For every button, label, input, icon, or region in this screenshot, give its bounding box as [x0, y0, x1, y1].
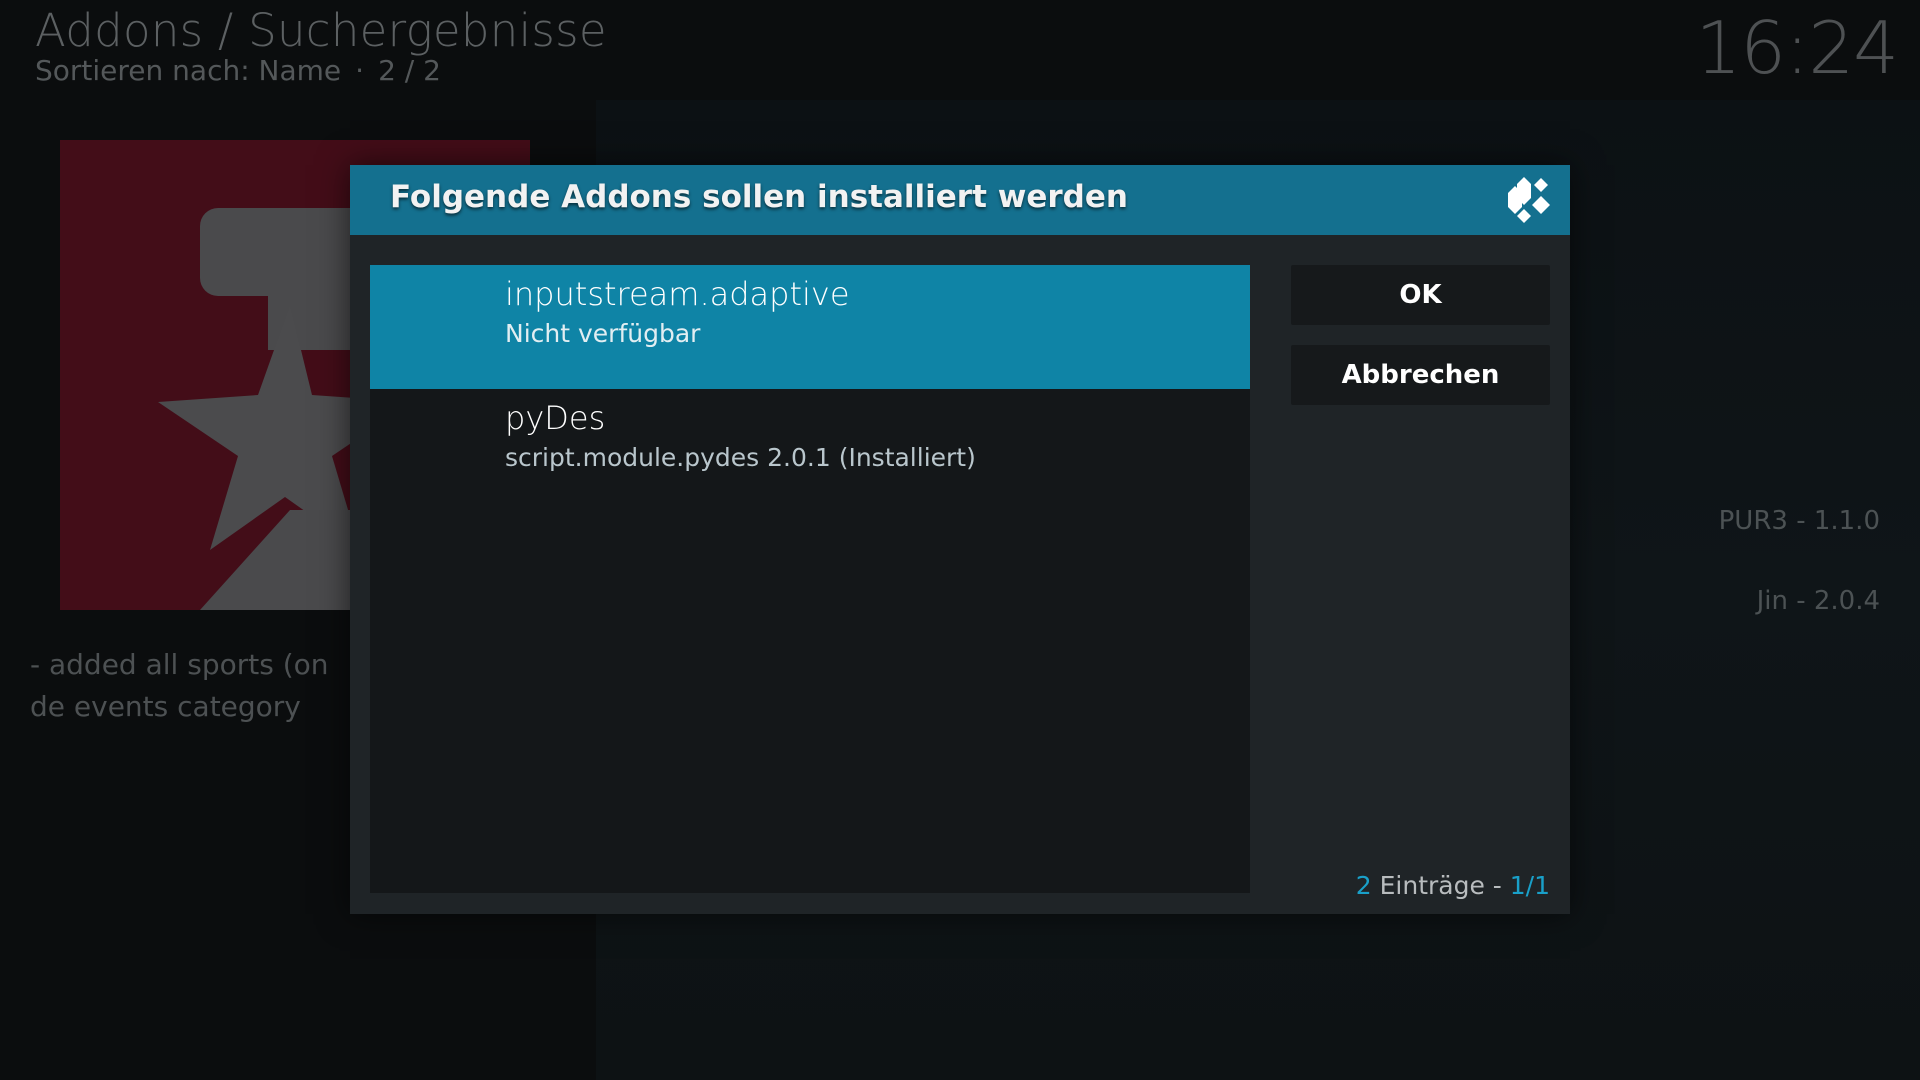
- dialog-header: Folgende Addons sollen installiert werde…: [350, 165, 1570, 235]
- list-item[interactable]: inputstream.adaptive Nicht verfügbar: [370, 265, 1250, 389]
- install-dependencies-dialog: Folgende Addons sollen installiert werde…: [350, 165, 1570, 914]
- cancel-button[interactable]: Abbrechen: [1291, 345, 1550, 405]
- background-list-item[interactable]: PUR3 - 1.1.0: [1719, 506, 1880, 536]
- kodi-logo-icon: [1508, 177, 1550, 223]
- list-item[interactable]: pyDes script.module.pydes 2.0.1 (Install…: [370, 389, 1250, 513]
- sort-label: Sortieren nach: Name: [35, 54, 342, 87]
- item-count-label: Einträge -: [1371, 871, 1510, 900]
- item-count: 2 Einträge - 1/1: [1356, 871, 1550, 900]
- addon-name: pyDes: [505, 399, 606, 437]
- addon-name: inputstream.adaptive: [505, 275, 850, 313]
- background-list-item[interactable]: Jin - 2.0.4: [1757, 586, 1880, 616]
- clock: 16:24: [1695, 6, 1899, 90]
- item-position: 2 / 2: [378, 54, 441, 87]
- addon-list: inputstream.adaptive Nicht verfügbar pyD…: [370, 265, 1250, 893]
- sort-separator: ·: [355, 54, 365, 87]
- addon-status: script.module.pydes 2.0.1 (Installiert): [505, 443, 976, 472]
- sort-info: Sortieren nach: Name · 2 / 2: [35, 54, 441, 87]
- page-indicator: 1/1: [1509, 871, 1550, 900]
- dialog-title: Folgende Addons sollen installiert werde…: [390, 179, 1128, 215]
- ok-button[interactable]: OK: [1291, 265, 1550, 325]
- addon-status: Nicht verfügbar: [505, 319, 701, 348]
- item-total: 2: [1355, 871, 1372, 900]
- page-breadcrumb: Addons / Suchergebnisse: [35, 4, 607, 57]
- addon-description: - added all sports (on de events categor…: [30, 648, 329, 723]
